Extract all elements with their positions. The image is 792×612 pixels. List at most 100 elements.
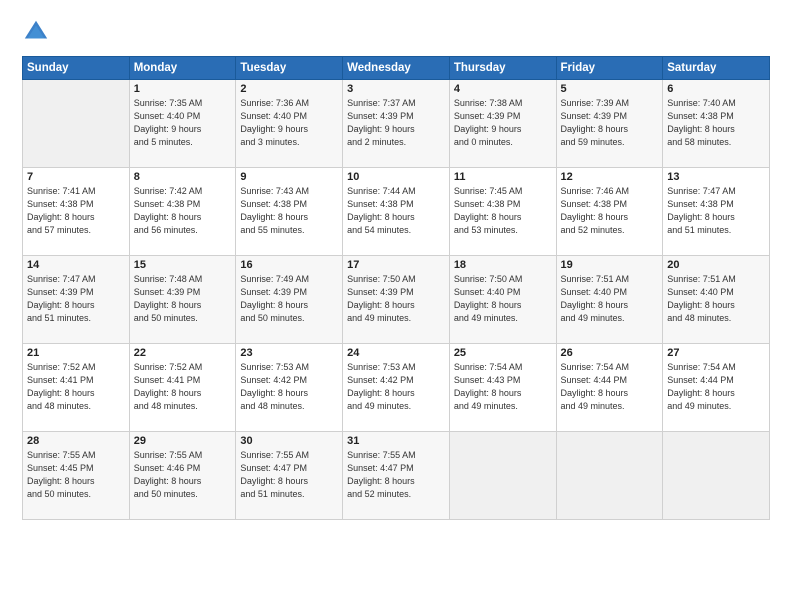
header xyxy=(22,18,770,46)
day-number: 22 xyxy=(134,347,232,359)
day-info: Sunrise: 7:48 AM Sunset: 4:39 PM Dayligh… xyxy=(134,273,232,325)
day-info: Sunrise: 7:55 AM Sunset: 4:46 PM Dayligh… xyxy=(134,449,232,501)
calendar-cell: 27 Sunrise: 7:54 AM Sunset: 4:44 PM Dayli… xyxy=(663,344,770,432)
day-number: 6 xyxy=(667,83,765,95)
day-info: Sunrise: 7:47 AM Sunset: 4:39 PM Dayligh… xyxy=(27,273,125,325)
day-info: Sunrise: 7:49 AM Sunset: 4:39 PM Dayligh… xyxy=(240,273,338,325)
day-number: 3 xyxy=(347,83,445,95)
day-info: Sunrise: 7:51 AM Sunset: 4:40 PM Dayligh… xyxy=(561,273,659,325)
calendar-cell: 11 Sunrise: 7:45 AM Sunset: 4:38 PM Dayli… xyxy=(449,168,556,256)
week-row-1: 1 Sunrise: 7:35 AM Sunset: 4:40 PM Daylig… xyxy=(23,80,770,168)
day-info: Sunrise: 7:35 AM Sunset: 4:40 PM Dayligh… xyxy=(134,97,232,149)
calendar-cell: 28Sunrise: 7:55 AM Sunset: 4:45 PM Dayli… xyxy=(23,432,130,520)
day-info: Sunrise: 7:45 AM Sunset: 4:38 PM Dayligh… xyxy=(454,185,552,237)
day-number: 1 xyxy=(134,83,232,95)
calendar-cell: 13 Sunrise: 7:47 AM Sunset: 4:38 PM Dayli… xyxy=(663,168,770,256)
day-number: 19 xyxy=(561,259,659,271)
logo-icon xyxy=(22,18,50,46)
day-header-monday: Monday xyxy=(129,57,236,80)
calendar-cell: 6 Sunrise: 7:40 AM Sunset: 4:38 PM Daylig… xyxy=(663,80,770,168)
calendar-cell xyxy=(556,432,663,520)
day-info: Sunrise: 7:55 AM Sunset: 4:47 PM Dayligh… xyxy=(240,449,338,501)
week-row-4: 21 Sunrise: 7:52 AM Sunset: 4:41 PM Dayli… xyxy=(23,344,770,432)
day-info: Sunrise: 7:54 AM Sunset: 4:44 PM Dayligh… xyxy=(667,361,765,413)
day-number: 13 xyxy=(667,171,765,183)
calendar-cell: 16 Sunrise: 7:49 AM Sunset: 4:39 PM Dayli… xyxy=(236,256,343,344)
day-number: 21 xyxy=(27,347,125,359)
day-info: Sunrise: 7:50 AM Sunset: 4:40 PM Dayligh… xyxy=(454,273,552,325)
day-number: 29 xyxy=(134,435,232,447)
day-number: 7 xyxy=(27,171,125,183)
day-info: Sunrise: 7:39 AM Sunset: 4:39 PM Dayligh… xyxy=(561,97,659,149)
calendar-cell: 12 Sunrise: 7:46 AM Sunset: 4:38 PM Dayli… xyxy=(556,168,663,256)
day-info: Sunrise: 7:42 AM Sunset: 4:38 PM Dayligh… xyxy=(134,185,232,237)
day-header-thursday: Thursday xyxy=(449,57,556,80)
day-number: 23 xyxy=(240,347,338,359)
day-number: 18 xyxy=(454,259,552,271)
day-number: 28 xyxy=(27,435,125,447)
day-number: 25 xyxy=(454,347,552,359)
calendar-cell: 22 Sunrise: 7:52 AM Sunset: 4:41 PM Dayli… xyxy=(129,344,236,432)
day-header-sunday: Sunday xyxy=(23,57,130,80)
calendar-cell: 18 Sunrise: 7:50 AM Sunset: 4:40 PM Dayli… xyxy=(449,256,556,344)
calendar-cell: 14Sunrise: 7:47 AM Sunset: 4:39 PM Dayli… xyxy=(23,256,130,344)
day-number: 15 xyxy=(134,259,232,271)
day-info: Sunrise: 7:46 AM Sunset: 4:38 PM Dayligh… xyxy=(561,185,659,237)
week-row-5: 28Sunrise: 7:55 AM Sunset: 4:45 PM Dayli… xyxy=(23,432,770,520)
day-info: Sunrise: 7:50 AM Sunset: 4:39 PM Dayligh… xyxy=(347,273,445,325)
week-row-3: 14Sunrise: 7:47 AM Sunset: 4:39 PM Dayli… xyxy=(23,256,770,344)
calendar-cell xyxy=(449,432,556,520)
day-info: Sunrise: 7:54 AM Sunset: 4:43 PM Dayligh… xyxy=(454,361,552,413)
day-number: 31 xyxy=(347,435,445,447)
day-info: Sunrise: 7:44 AM Sunset: 4:38 PM Dayligh… xyxy=(347,185,445,237)
week-row-2: 7 Sunrise: 7:41 AM Sunset: 4:38 PM Daylig… xyxy=(23,168,770,256)
day-header-friday: Friday xyxy=(556,57,663,80)
day-info: Sunrise: 7:41 AM Sunset: 4:38 PM Dayligh… xyxy=(27,185,125,237)
day-info: Sunrise: 7:51 AM Sunset: 4:40 PM Dayligh… xyxy=(667,273,765,325)
day-number: 20 xyxy=(667,259,765,271)
calendar-cell: 8 Sunrise: 7:42 AM Sunset: 4:38 PM Daylig… xyxy=(129,168,236,256)
day-number: 4 xyxy=(454,83,552,95)
day-info: Sunrise: 7:54 AM Sunset: 4:44 PM Dayligh… xyxy=(561,361,659,413)
day-number: 30 xyxy=(240,435,338,447)
day-number: 9 xyxy=(240,171,338,183)
day-number: 26 xyxy=(561,347,659,359)
calendar-cell: 1 Sunrise: 7:35 AM Sunset: 4:40 PM Daylig… xyxy=(129,80,236,168)
day-info: Sunrise: 7:47 AM Sunset: 4:38 PM Dayligh… xyxy=(667,185,765,237)
calendar-cell: 20 Sunrise: 7:51 AM Sunset: 4:40 PM Dayli… xyxy=(663,256,770,344)
day-number: 27 xyxy=(667,347,765,359)
calendar-cell: 15 Sunrise: 7:48 AM Sunset: 4:39 PM Dayli… xyxy=(129,256,236,344)
calendar-cell: 31 Sunrise: 7:55 AM Sunset: 4:47 PM Dayli… xyxy=(343,432,450,520)
day-info: Sunrise: 7:37 AM Sunset: 4:39 PM Dayligh… xyxy=(347,97,445,149)
calendar-cell: 10 Sunrise: 7:44 AM Sunset: 4:38 PM Dayli… xyxy=(343,168,450,256)
day-number: 24 xyxy=(347,347,445,359)
day-info: Sunrise: 7:36 AM Sunset: 4:40 PM Dayligh… xyxy=(240,97,338,149)
day-number: 17 xyxy=(347,259,445,271)
calendar-cell: 3 Sunrise: 7:37 AM Sunset: 4:39 PM Daylig… xyxy=(343,80,450,168)
day-info: Sunrise: 7:52 AM Sunset: 4:41 PM Dayligh… xyxy=(134,361,232,413)
logo xyxy=(22,18,54,46)
day-info: Sunrise: 7:55 AM Sunset: 4:47 PM Dayligh… xyxy=(347,449,445,501)
calendar-cell: 30 Sunrise: 7:55 AM Sunset: 4:47 PM Dayli… xyxy=(236,432,343,520)
calendar-cell: 25 Sunrise: 7:54 AM Sunset: 4:43 PM Dayli… xyxy=(449,344,556,432)
calendar-cell: 23 Sunrise: 7:53 AM Sunset: 4:42 PM Dayli… xyxy=(236,344,343,432)
day-number: 16 xyxy=(240,259,338,271)
day-number: 12 xyxy=(561,171,659,183)
day-number: 11 xyxy=(454,171,552,183)
calendar-cell: 21Sunrise: 7:52 AM Sunset: 4:41 PM Dayli… xyxy=(23,344,130,432)
calendar-cell: 24Sunrise: 7:53 AM Sunset: 4:42 PM Dayli… xyxy=(343,344,450,432)
day-number: 2 xyxy=(240,83,338,95)
day-number: 5 xyxy=(561,83,659,95)
calendar-cell: 5 Sunrise: 7:39 AM Sunset: 4:39 PM Daylig… xyxy=(556,80,663,168)
calendar-header: SundayMondayTuesdayWednesdayThursdayFrid… xyxy=(23,57,770,80)
day-number: 10 xyxy=(347,171,445,183)
day-info: Sunrise: 7:53 AM Sunset: 4:42 PM Dayligh… xyxy=(240,361,338,413)
calendar-cell: 17 Sunrise: 7:50 AM Sunset: 4:39 PM Dayli… xyxy=(343,256,450,344)
calendar-cell: 9 Sunrise: 7:43 AM Sunset: 4:38 PM Daylig… xyxy=(236,168,343,256)
day-info: Sunrise: 7:43 AM Sunset: 4:38 PM Dayligh… xyxy=(240,185,338,237)
calendar-cell: 7 Sunrise: 7:41 AM Sunset: 4:38 PM Daylig… xyxy=(23,168,130,256)
calendar-cell: 29 Sunrise: 7:55 AM Sunset: 4:46 PM Dayli… xyxy=(129,432,236,520)
day-info: Sunrise: 7:40 AM Sunset: 4:38 PM Dayligh… xyxy=(667,97,765,149)
day-number: 8 xyxy=(134,171,232,183)
day-info: Sunrise: 7:38 AM Sunset: 4:39 PM Dayligh… xyxy=(454,97,552,149)
